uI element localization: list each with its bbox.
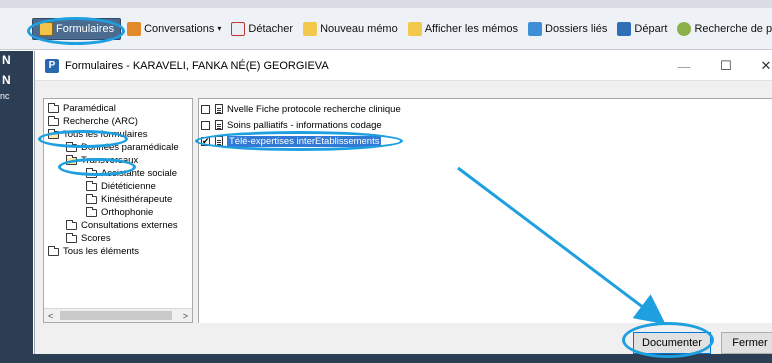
document-icon — [215, 136, 223, 146]
tree-item-label: Scores — [81, 233, 111, 244]
dialog-titlebar[interactable]: P Formulaires - KARAVELI, FANKA NÉ(E) GE… — [35, 51, 772, 81]
app-logo-icon: P — [45, 58, 59, 73]
form-checkbox[interactable] — [201, 104, 210, 114]
tree-item-kinesitherapeute[interactable]: Kinésithérapeute — [86, 193, 172, 206]
background-app-bottom — [0, 354, 772, 363]
detacher-button[interactable]: Détacher — [227, 18, 297, 40]
formulaires-button[interactable]: Formulaires — [32, 17, 122, 40]
dossiers-lies-label: Dossiers liés — [545, 22, 608, 35]
app-top-strip — [0, 0, 772, 8]
linked-folders-icon — [528, 21, 543, 36]
scroll-left-arrow-icon[interactable]: < — [48, 311, 53, 321]
scrollbar-thumb[interactable] — [60, 311, 172, 320]
departure-icon — [617, 21, 632, 36]
document-icon — [215, 104, 223, 114]
tree-item-label: Paramédical — [63, 103, 116, 114]
tree-item-donnees-paramedicale[interactable]: Données paramédicale — [66, 141, 179, 154]
tree-item-recherche[interactable]: Recherche (ARC) — [48, 115, 138, 128]
recherche-button[interactable]: Recherche de p — [673, 18, 772, 40]
folder-icon — [66, 219, 77, 230]
form-label: Télé-expertises interEtablissements — [227, 135, 382, 147]
folder-icon — [86, 167, 97, 178]
tree-item-label: Orthophonie — [101, 207, 154, 218]
tree-item-label: Transversaux — [81, 155, 139, 166]
show-memos-icon — [407, 21, 422, 36]
form-row[interactable]: Soins palliatifs - informations codage — [201, 118, 382, 132]
tree-item-paramedical[interactable]: Paramédical — [48, 102, 116, 115]
tree-item-label: Consultations externes — [81, 220, 178, 231]
form-row-selected[interactable]: ✔ Télé-expertises interEtablissements — [201, 134, 382, 148]
maximize-button[interactable]: ☐ — [707, 51, 745, 81]
folder-icon — [48, 245, 59, 256]
nouveau-memo-button[interactable]: Nouveau mémo — [299, 18, 402, 40]
form-checkbox[interactable] — [201, 120, 210, 130]
folder-open-icon — [48, 128, 59, 139]
document-icon — [215, 120, 223, 130]
tree-item-tous-les-formulaires[interactable]: Tous les formulaires — [48, 128, 147, 141]
folder-icon — [86, 206, 97, 217]
nouveau-memo-label: Nouveau mémo — [320, 22, 398, 35]
dialog-title: Formulaires - KARAVELI, FANKA NÉ(E) GEOR… — [65, 59, 329, 72]
forms-icon — [39, 21, 53, 36]
category-tree[interactable]: Paramédical Recherche (ARC) Tous les for… — [43, 98, 193, 323]
minimize-button[interactable]: — — [665, 51, 703, 81]
fermer-button[interactable]: Fermer — [721, 332, 772, 354]
folder-open-icon — [66, 154, 77, 165]
depart-label: Départ — [634, 22, 668, 35]
form-label: Soins palliatifs - informations codage — [227, 119, 382, 131]
new-memo-icon — [303, 21, 318, 36]
folder-icon — [86, 193, 97, 204]
formulaires-label: Formulaires — [56, 22, 115, 35]
tree-item-label: Assistante sociale — [101, 168, 178, 179]
detach-icon — [231, 21, 246, 36]
depart-button[interactable]: Départ — [613, 18, 671, 40]
tree-item-consultations-externes[interactable]: Consultations externes — [66, 219, 178, 232]
afficher-memos-label: Afficher les mémos — [424, 22, 519, 35]
chevron-down-icon: ▾ — [217, 24, 222, 33]
recherche-label: Recherche de p — [694, 22, 772, 35]
scroll-right-arrow-icon[interactable]: > — [183, 311, 188, 321]
tree-item-orthophonie[interactable]: Orthophonie — [86, 206, 153, 219]
tree-item-label: Kinésithérapeute — [101, 194, 173, 205]
panel-letter: N — [2, 73, 11, 87]
tree-horizontal-scrollbar[interactable]: < > — [44, 308, 192, 322]
background-app-panel: N N nc — [0, 51, 33, 363]
folder-icon — [66, 141, 77, 152]
tree-item-label: Tous les éléments — [63, 246, 140, 257]
folder-icon — [48, 115, 59, 126]
dossiers-lies-button[interactable]: Dossiers liés — [524, 18, 611, 40]
conversations-icon — [127, 21, 142, 36]
formulaires-dialog: P Formulaires - KARAVELI, FANKA NÉ(E) GE… — [34, 51, 772, 354]
panel-letter: N — [2, 53, 11, 67]
tree-item-transversaux[interactable]: Transversaux — [66, 154, 138, 167]
form-row[interactable]: Nvelle Fiche protocole recherche cliniqu… — [201, 102, 401, 116]
detacher-label: Détacher — [248, 22, 294, 35]
folder-icon — [48, 102, 59, 113]
close-button[interactable]: ✕ — [747, 51, 772, 81]
form-label: Nvelle Fiche protocole recherche cliniqu… — [227, 103, 401, 115]
conversations-label: Conversations — [144, 22, 215, 35]
tree-item-label: Recherche (ARC) — [63, 116, 138, 127]
main-toolbar: Formulaires Conversations ▾ Détacher Nou… — [0, 8, 772, 50]
tree-item-tous-les-elements[interactable]: Tous les éléments — [48, 245, 139, 258]
tree-item-scores[interactable]: Scores — [66, 232, 111, 245]
conversations-button[interactable]: Conversations ▾ — [123, 18, 225, 40]
documenter-button[interactable]: Documenter — [633, 332, 711, 354]
folder-icon — [66, 232, 77, 243]
folder-icon — [86, 180, 97, 191]
forms-list[interactable]: Nvelle Fiche protocole recherche cliniqu… — [198, 98, 772, 323]
form-checkbox-checked[interactable]: ✔ — [201, 136, 210, 146]
panel-letter: nc — [0, 91, 10, 101]
search-icon — [677, 21, 692, 36]
tree-item-label: Tous les formulaires — [63, 129, 148, 140]
tree-item-dieteticienne[interactable]: Diététicienne — [86, 180, 156, 193]
tree-item-label: Données paramédicale — [81, 142, 179, 153]
tree-item-assistante-sociale[interactable]: Assistante sociale — [86, 167, 177, 180]
tree-item-label: Diététicienne — [101, 181, 156, 192]
afficher-memos-button[interactable]: Afficher les mémos — [404, 18, 522, 40]
